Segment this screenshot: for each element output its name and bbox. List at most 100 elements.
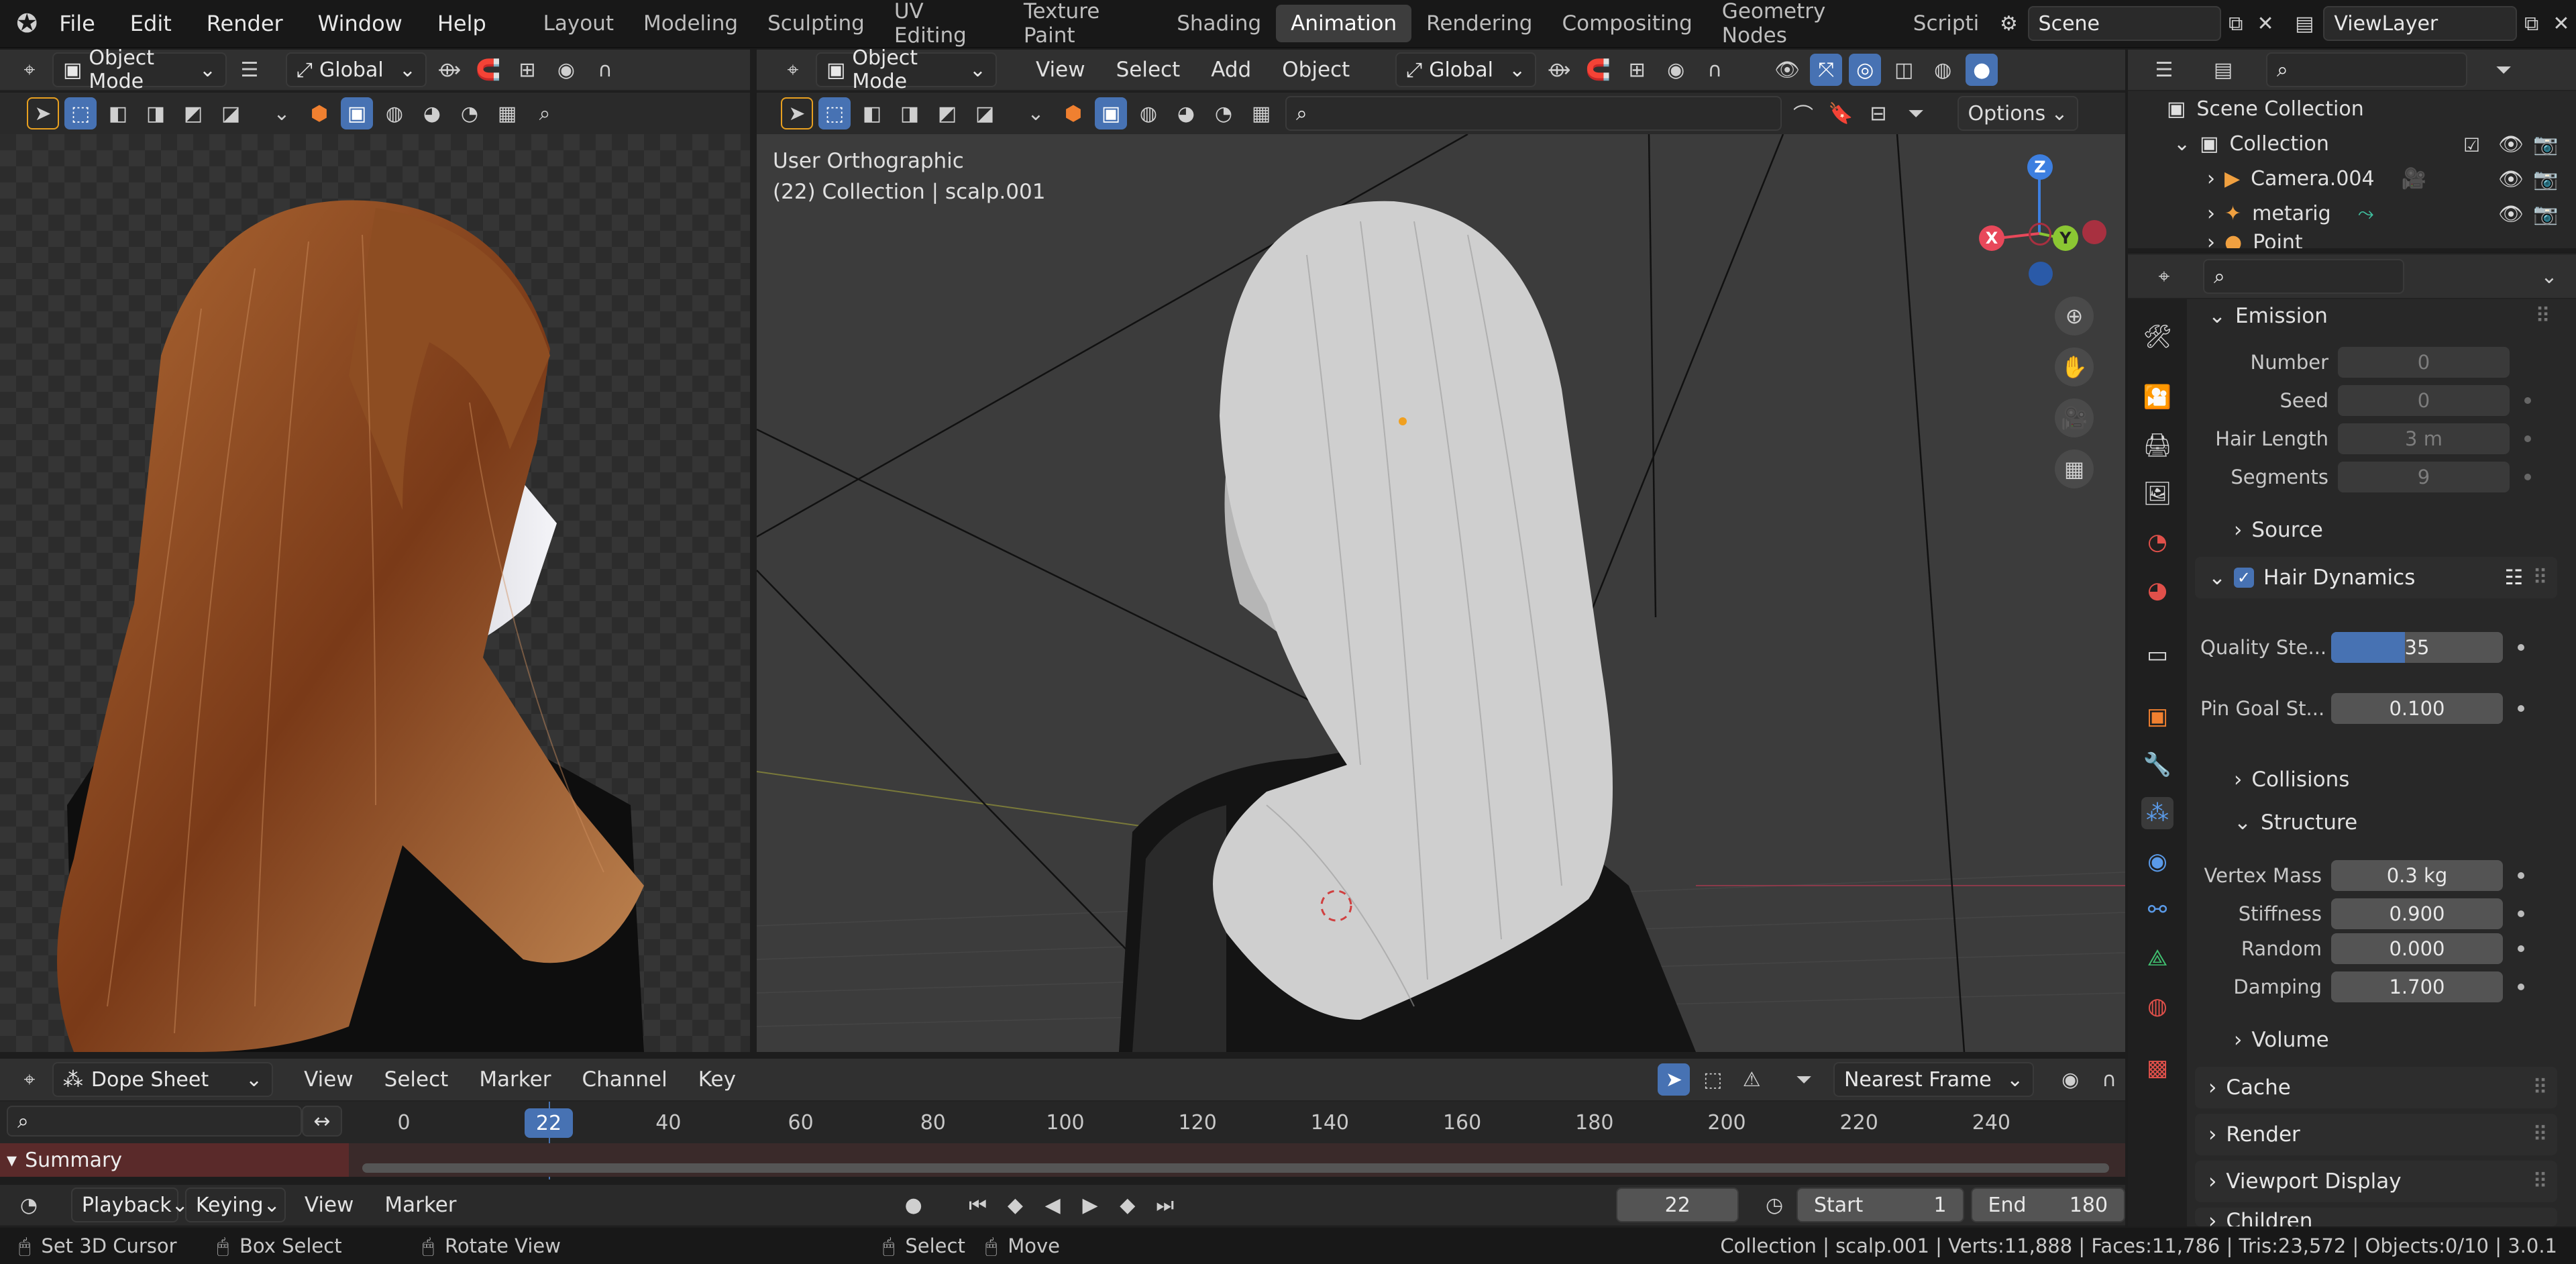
world-tab-icon[interactable]: ◕ (2141, 574, 2174, 607)
gizmo-neg-y[interactable] (2029, 223, 2051, 246)
hair-length-field[interactable]: 3 m (2338, 423, 2510, 454)
play-icon[interactable]: ▶ (1075, 1189, 1106, 1221)
keyframe-dot-icon[interactable] (2518, 872, 2524, 879)
render-camera-icon[interactable]: 📷 (2533, 168, 2558, 191)
overlay-toggle-icon[interactable]: ◎ (1849, 54, 1882, 86)
lookdev-shading-icon[interactable]: ◕ (1170, 97, 1202, 129)
editor-type-icon[interactable]: ☰ (2148, 54, 2180, 86)
select-tool-icon[interactable]: ➤ (781, 97, 813, 129)
chevron-down-icon[interactable]: ⌄ (2533, 260, 2565, 293)
proportional-edit-icon[interactable]: ◉ (2054, 1063, 2086, 1096)
gizmo-x-axis[interactable]: X (1979, 225, 2004, 251)
wireframe-shading-icon[interactable]: ◍ (1927, 54, 1959, 86)
gizmo-z-axis[interactable]: Z (2027, 154, 2053, 180)
physics-tab-icon[interactable]: ◉ (2141, 845, 2174, 878)
keyframe-dot-icon[interactable] (2518, 705, 2524, 712)
only-errors-icon[interactable]: ⚠ (1735, 1063, 1768, 1096)
summary-channel[interactable]: ▾ Summary (0, 1143, 349, 1177)
hamburger-menu-icon[interactable]: ☰ (233, 54, 266, 86)
navigation-gizmo[interactable]: Z X Y (1964, 148, 2106, 288)
box-select-mode-icon[interactable]: ⬚ (64, 97, 97, 129)
random-field[interactable]: 0.000 (2331, 933, 2503, 964)
visibility-icon[interactable]: 👁 (1771, 54, 1803, 86)
material-color-icon[interactable]: ⬢ (303, 97, 335, 129)
vertex-mass-field[interactable]: 0.3 kg (2331, 860, 2503, 891)
jump-prev-keyframe-icon[interactable]: ◆ (1000, 1189, 1030, 1221)
camera-icon[interactable]: 🎥 (2055, 399, 2094, 437)
playback-dropdown[interactable]: Playback ⌄ (70, 1188, 189, 1222)
intersect-select-icon[interactable]: ◩ (177, 97, 209, 129)
children-panel-header[interactable]: › Children (2195, 1208, 2557, 1226)
structure-subpanel[interactable]: ⌄ Structure (2227, 804, 2357, 841)
tab-scripting[interactable]: Scripti (1898, 5, 1994, 42)
cache-panel-header[interactable]: › Cache ⠿ (2195, 1067, 2557, 1108)
editor-type-icon[interactable]: ⌖ (2148, 260, 2180, 293)
mode-dropdown[interactable]: ▣ Object Mode ⌄ (52, 46, 227, 93)
gizmo-y-axis[interactable]: Y (2053, 225, 2078, 251)
tab-uv-editing[interactable]: UV Editing (879, 0, 1009, 48)
expand-arrow-icon[interactable]: › (2207, 167, 2215, 191)
invert-select-icon[interactable]: ◪ (969, 97, 1001, 129)
rendered-shading-icon[interactable]: ◔ (453, 97, 486, 129)
editor-type-icon[interactable]: ⌖ (13, 54, 46, 86)
presets-list-icon[interactable]: ☷ (2504, 566, 2523, 590)
source-subpanel[interactable]: › Source (2227, 511, 2323, 549)
view-layer-tab-icon[interactable]: 🖼 (2141, 478, 2174, 510)
modifier-tab-icon[interactable]: 🔧 (2141, 749, 2174, 781)
keying-dropdown[interactable]: Keying ⌄ (184, 1188, 286, 1222)
keyframe-dot-icon[interactable] (2518, 945, 2524, 952)
material-tab-icon[interactable]: ◍ (2141, 990, 2174, 1022)
falloff-icon[interactable]: ∩ (2093, 1063, 2125, 1096)
tab-modeling[interactable]: Modeling (629, 5, 753, 42)
camera-view-icon[interactable]: ▦ (1245, 97, 1277, 129)
jump-next-keyframe-icon[interactable]: ◆ (1112, 1189, 1143, 1221)
wireframe-shading-icon[interactable]: ◍ (1132, 97, 1165, 129)
dopesheet-mode-dropdown[interactable]: ⁂ Dope Sheet ⌄ (52, 1062, 274, 1097)
snap-dropdown[interactable]: Nearest Frame ⌄ (1833, 1062, 2035, 1097)
hair-dynamics-checkbox[interactable]: ✓ (2233, 568, 2254, 588)
new-view-layer-icon[interactable]: ⧉ (2517, 7, 2546, 40)
tab-layout[interactable]: Layout (529, 5, 629, 42)
extend-select-icon[interactable]: ◧ (102, 97, 134, 129)
tab-shading[interactable]: Shading (1162, 5, 1276, 42)
viewport-display-panel-header[interactable]: › Viewport Display ⠿ (2195, 1161, 2557, 1202)
outliner-item-metarig[interactable]: › ✦ metarig ⤳ (2207, 196, 2374, 231)
search-input[interactable]: ⌕ (1285, 96, 1782, 131)
menu-channel[interactable]: Channel (570, 1067, 679, 1092)
pin-goal-field[interactable]: 0.100 (2331, 693, 2503, 724)
new-scene-icon[interactable]: ⧉ (2221, 7, 2251, 40)
menu-help[interactable]: Help (420, 0, 504, 48)
extend-select-icon[interactable]: ◧ (856, 97, 888, 129)
texture-tab-icon[interactable]: ▩ (2141, 1052, 2174, 1084)
drag-handle-icon[interactable]: ⠿ (2532, 1169, 2548, 1194)
keyframe-dot-icon[interactable] (2518, 910, 2524, 917)
bookmark-icon[interactable]: 🔖 (1825, 97, 1857, 129)
tool-tab-icon[interactable]: 🛠 (2141, 321, 2174, 353)
snap-target-icon[interactable]: ⊞ (1621, 54, 1653, 86)
snap-icon[interactable]: 🧲 (1582, 54, 1614, 86)
output-tab-icon[interactable]: 🖨 (2141, 429, 2174, 462)
preview-range-clock-icon[interactable]: ◷ (1759, 1189, 1790, 1221)
3d-viewport[interactable]: User Orthographic (22) Collection | scal… (757, 134, 2125, 1052)
constraints-tab-icon[interactable]: ⚯ (2141, 894, 2174, 926)
solid-shading-icon[interactable]: ▣ (341, 97, 373, 129)
drag-handle-icon[interactable]: ⠿ (2535, 304, 2551, 328)
editor-type-icon[interactable]: ⌖ (13, 1063, 46, 1096)
menu-object[interactable]: Object (1270, 58, 1362, 82)
properties-search-input[interactable]: ⌕ (2203, 259, 2404, 294)
menu-render[interactable]: Render (189, 0, 301, 48)
damping-field[interactable]: 1.700 (2331, 971, 2503, 1002)
scene-collection-row[interactable]: ▣ Scene Collection (2167, 91, 2364, 126)
view-layer-icon[interactable]: ▤ (2290, 7, 2319, 40)
invert-select-icon[interactable]: ◪ (215, 97, 247, 129)
scene-tab-icon[interactable]: ◔ (2141, 526, 2174, 558)
horizontal-scrollbar[interactable] (362, 1163, 2109, 1173)
orientation-dropdown[interactable]: ⤢ Global ⌄ (286, 52, 427, 87)
keyframe-dot-icon[interactable] (2518, 644, 2524, 651)
quality-steps-slider[interactable]: 35 (2331, 632, 2503, 663)
intersect-select-icon[interactable]: ◩ (931, 97, 963, 129)
menu-file[interactable]: File (42, 0, 113, 48)
render-preview-viewport[interactable] (0, 134, 750, 1052)
checkbox-icon[interactable]: ☑ (2463, 134, 2480, 156)
timeline-editor-icon[interactable]: ◔ (13, 1189, 44, 1221)
